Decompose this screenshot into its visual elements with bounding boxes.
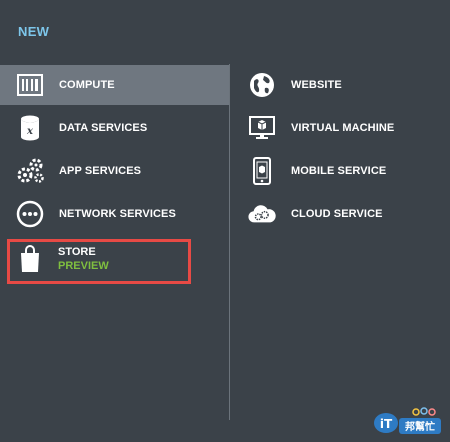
new-header: NEW — [18, 24, 50, 39]
website-globe-icon — [248, 71, 276, 99]
menu-item-app-services[interactable]: APP SERVICES — [0, 151, 229, 191]
ithome-watermark-logo: iT 邦幫忙 — [372, 406, 442, 436]
app-services-icon — [16, 157, 44, 185]
menu-item-cloud-service[interactable]: CLOUD SERVICE — [232, 194, 432, 234]
shopping-bag-icon — [16, 245, 44, 273]
menu-label-app-services: APP SERVICES — [59, 165, 142, 177]
menu-item-data-services[interactable]: x DATA SERVICES — [0, 108, 229, 148]
menu-label-virtual-machine: VIRTUAL MACHINE — [291, 122, 395, 134]
cloud-service-icon — [248, 200, 276, 228]
svg-text:邦幫忙: 邦幫忙 — [405, 420, 435, 433]
menu-item-virtual-machine[interactable]: VIRTUAL MACHINE — [232, 108, 432, 148]
column-divider — [229, 64, 230, 420]
svg-text:x: x — [26, 126, 34, 137]
menu-label-network-services: NETWORK SERVICES — [59, 208, 176, 220]
menu-label-data-services: DATA SERVICES — [59, 122, 148, 134]
mobile-service-icon — [248, 157, 276, 185]
menu-label-mobile-service: MOBILE SERVICE — [291, 165, 387, 177]
menu-item-mobile-service[interactable]: MOBILE SERVICE — [232, 151, 432, 191]
menu-item-compute[interactable]: COMPUTE — [0, 65, 229, 105]
menu-label-website: WEBSITE — [291, 79, 342, 91]
svg-text:iT: iT — [380, 417, 393, 431]
store-preview-label: PREVIEW — [58, 260, 109, 272]
virtual-machine-icon — [248, 114, 276, 142]
network-services-icon — [16, 200, 44, 228]
data-services-icon: x — [16, 114, 44, 142]
compute-icon — [16, 71, 44, 99]
menu-item-network-services[interactable]: NETWORK SERVICES — [0, 194, 229, 234]
menu-item-store[interactable]: STORE PREVIEW — [58, 245, 109, 273]
menu-label-compute: COMPUTE — [59, 79, 115, 91]
store-label: STORE — [58, 246, 96, 258]
menu-item-website[interactable]: WEBSITE — [232, 65, 432, 105]
menu-label-cloud-service: CLOUD SERVICE — [291, 208, 383, 220]
